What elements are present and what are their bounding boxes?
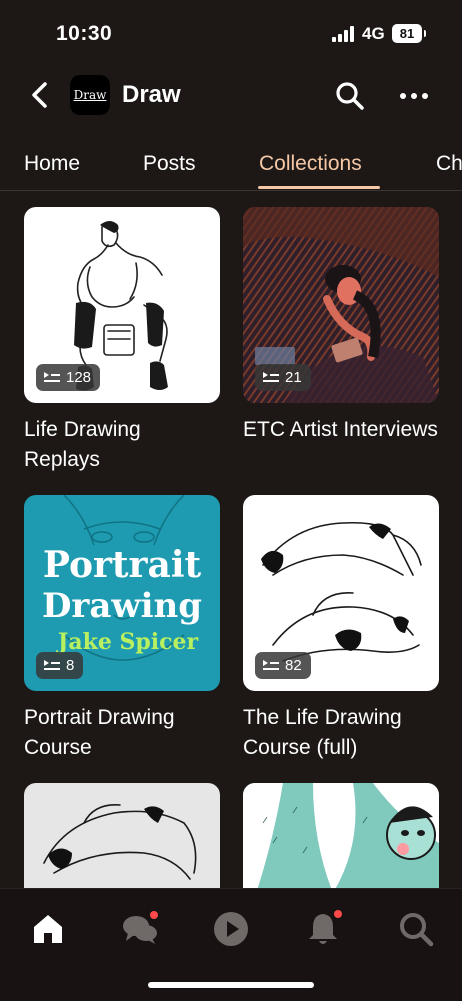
signal-icon <box>332 26 354 42</box>
chat-notification-dot <box>150 911 158 919</box>
item-count-badge: 8 <box>36 652 84 679</box>
collection-title[interactable]: The Life Drawing Course (full) <box>243 703 439 763</box>
battery-icon: 81 <box>392 24 426 43</box>
page-title: Draw <box>122 81 181 108</box>
collection-card[interactable]: Portrait Drawing Jake Spicer 8 Portrait … <box>24 495 220 763</box>
collection-thumbnail[interactable]: 128 <box>24 207 220 403</box>
home-icon[interactable] <box>28 909 68 949</box>
collection-thumbnail[interactable]: 21 <box>243 207 439 403</box>
search-icon[interactable] <box>396 909 436 949</box>
tab-bar: Home Posts Collections Ch <box>0 140 462 191</box>
tab-collections[interactable]: Collections <box>259 152 362 176</box>
item-count: 128 <box>66 369 92 386</box>
search-icon[interactable] <box>334 80 366 112</box>
tab-home[interactable]: Home <box>24 152 80 176</box>
item-count: 8 <box>66 657 75 674</box>
item-count-badge: 82 <box>255 652 311 679</box>
play-icon[interactable] <box>211 909 251 949</box>
item-count-badge: 128 <box>36 364 101 391</box>
more-options-icon[interactable] <box>398 84 430 108</box>
cover-author: Jake Spicer <box>56 629 199 655</box>
tab-posts[interactable]: Posts <box>143 152 196 176</box>
collection-card[interactable]: 128 Life Drawing Replays <box>24 207 220 475</box>
back-icon[interactable] <box>24 78 58 112</box>
collection-card[interactable]: 21 ETC Artist Interviews <box>243 207 439 445</box>
playlist-icon <box>263 371 279 382</box>
status-bar: 10:30 4G 81 <box>0 0 462 70</box>
app-header: Draw Draw <box>0 70 462 124</box>
playlist-icon <box>44 659 60 670</box>
home-indicator <box>148 982 314 988</box>
item-count-badge: 21 <box>255 364 311 391</box>
collection-title[interactable]: Portrait Drawing Course <box>24 703 220 763</box>
collection-thumbnail[interactable]: Portrait Drawing Jake Spicer 8 <box>24 495 220 691</box>
playlist-icon <box>263 659 279 670</box>
collection-card[interactable]: 82 The Life Drawing Course (full) <box>243 495 439 763</box>
item-count: 21 <box>285 369 302 386</box>
collection-title[interactable]: Life Drawing Replays <box>24 415 220 475</box>
creator-logo[interactable]: Draw <box>70 75 110 115</box>
playlist-icon <box>44 371 60 382</box>
notification-dot <box>334 910 342 918</box>
network-type: 4G <box>362 24 385 43</box>
tab-chats[interactable]: Ch <box>436 152 462 176</box>
status-time: 10:30 <box>56 22 113 45</box>
item-count: 82 <box>285 657 302 674</box>
cover-title-line-1: Portrait <box>43 544 202 586</box>
collection-title[interactable]: ETC Artist Interviews <box>243 415 439 445</box>
active-tab-indicator <box>258 186 380 189</box>
collection-thumbnail[interactable]: 82 <box>243 495 439 691</box>
cover-title-line-2: Drawing <box>42 586 202 626</box>
